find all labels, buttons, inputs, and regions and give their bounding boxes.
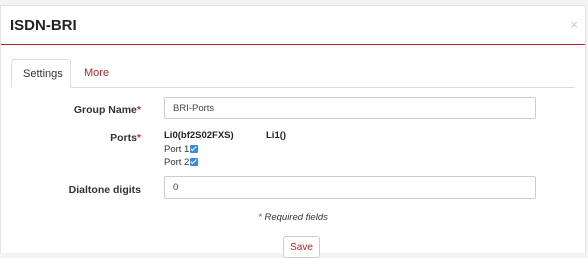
dialtone-input[interactable] xyxy=(164,176,536,199)
ports-label: Ports* xyxy=(110,132,141,144)
close-icon[interactable]: × xyxy=(570,18,578,31)
port-label: Port 1 xyxy=(164,144,190,155)
group-name-label: Group Name* xyxy=(74,104,141,116)
required-asterisk: * xyxy=(136,132,141,144)
checkbox-checked-icon[interactable] xyxy=(190,158,199,166)
dialtone-label: Dialtone digits xyxy=(68,184,141,196)
ports-label-text: Ports xyxy=(110,132,137,144)
group-name-input[interactable] xyxy=(164,97,536,119)
required-asterisk: * xyxy=(136,104,141,116)
modal-header: ISDN-BRI × xyxy=(1,6,585,45)
required-fields-text: Required fields xyxy=(261,212,328,223)
save-button[interactable]: Save xyxy=(283,236,320,258)
ports-column-header-li1: Li1() xyxy=(266,130,287,141)
modal-title: ISDN-BRI xyxy=(10,17,77,34)
tab-settings[interactable]: Settings xyxy=(11,59,71,88)
tab-bar: Settings More xyxy=(11,59,575,88)
port-item: Port 1 xyxy=(164,144,199,155)
required-fields-note: * Required fields xyxy=(1,212,585,223)
modal-dialog: ISDN-BRI × Settings More Group Name* Por… xyxy=(0,5,586,258)
checkbox-checked-icon[interactable] xyxy=(190,145,199,153)
group-name-label-text: Group Name xyxy=(73,104,137,116)
tab-more[interactable]: More xyxy=(73,59,120,87)
ports-column-header-li0: Li0(bf2S02FXS) xyxy=(164,130,234,141)
port-label: Port 2 xyxy=(164,157,190,168)
port-item: Port 2 xyxy=(164,157,199,168)
